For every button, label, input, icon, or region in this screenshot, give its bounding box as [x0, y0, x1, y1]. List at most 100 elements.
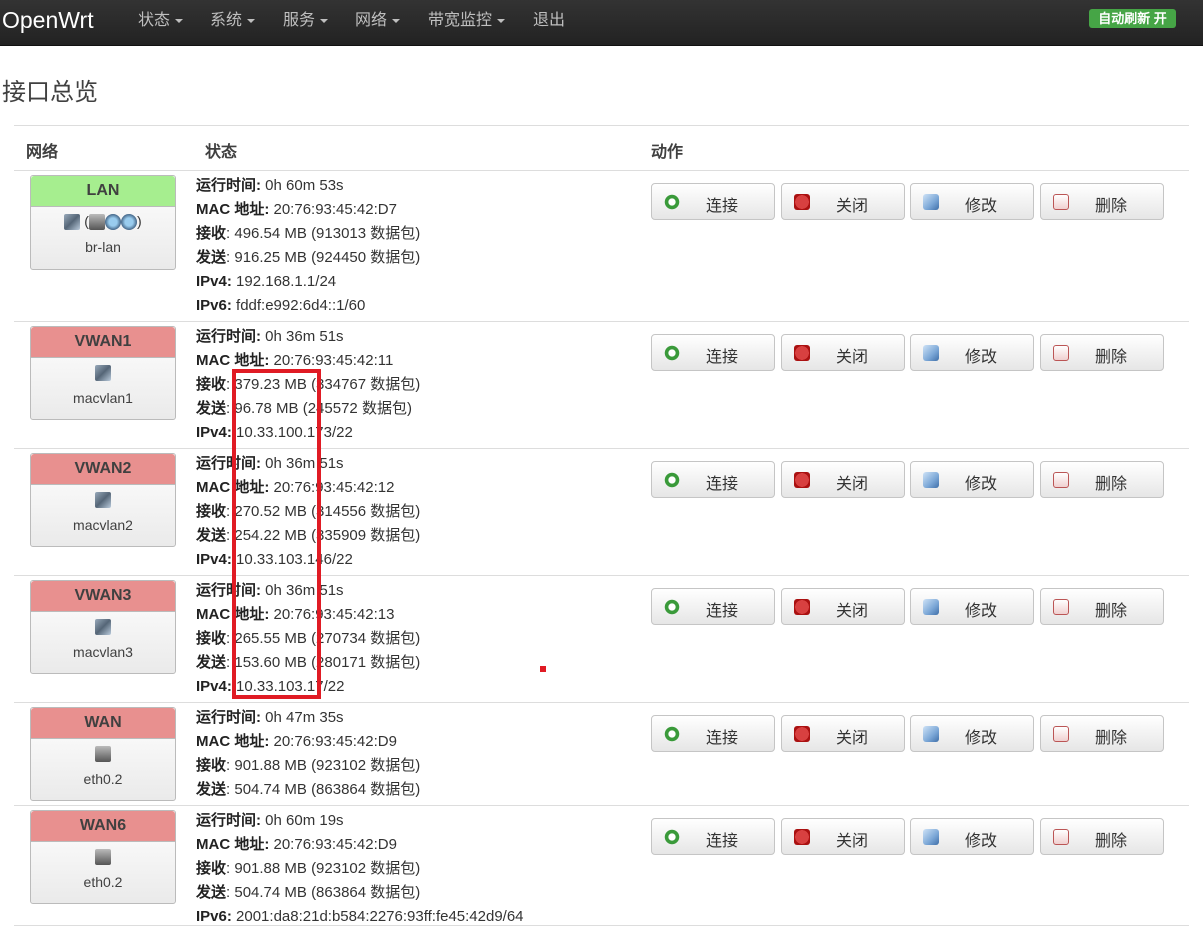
status-mac-label: MAC 地址:	[196, 836, 270, 853]
ethernet-port-icon	[95, 746, 111, 763]
menu-system-label: 系统	[210, 12, 243, 29]
status-uptime-value: 0h 60m 53s	[265, 177, 344, 194]
chevron-down-icon	[392, 18, 401, 23]
connect-button[interactable]: 连接	[651, 461, 775, 498]
interface-name: LAN	[31, 176, 175, 207]
close-button[interactable]: 关闭	[781, 183, 905, 220]
close-button[interactable]: 关闭	[781, 461, 905, 498]
auto-refresh-badge[interactable]: 自动刷新 开	[1089, 9, 1176, 28]
delete-icon	[1053, 829, 1069, 845]
close-label: 关闭	[836, 730, 869, 747]
status-rx: 接收: 901.88 MB (923102 数据包)	[196, 754, 420, 778]
status-uptime-label: 运行时间:	[196, 177, 261, 194]
status-tx-label: 发送	[196, 249, 227, 266]
close-button[interactable]: 关闭	[781, 818, 905, 855]
close-icon	[794, 345, 810, 361]
status-rx-label: 接收	[196, 860, 227, 877]
interface-card: WAN eth0.2	[30, 707, 176, 801]
close-label: 关闭	[836, 349, 869, 366]
edit-button[interactable]: 修改	[910, 183, 1034, 220]
status-tx-label: 发送	[196, 654, 227, 671]
edit-button[interactable]: 修改	[910, 715, 1034, 752]
brand-logo[interactable]: OpenWrt	[2, 6, 94, 34]
status-tx: 发送: 504.74 MB (863864 数据包)	[196, 881, 524, 905]
status-mac-value: 20:76:93:45:42:D9	[273, 733, 397, 750]
edit-button[interactable]: 修改	[910, 334, 1034, 371]
delete-button[interactable]: 删除	[1040, 461, 1164, 498]
menu-system[interactable]: 系统	[210, 10, 256, 32]
status-ipv6-value: 2001:da8:21d:b584:2276:93ff:fe45:42d9/64	[236, 908, 524, 925]
status-tx-value: : 504.74 MB (863864 数据包)	[226, 884, 421, 901]
close-label: 关闭	[836, 476, 869, 493]
status-ipv4-label: IPv4:	[196, 551, 232, 568]
status-rx-value: : 901.88 MB (923102 数据包)	[226, 757, 421, 774]
menu-status[interactable]: 状态	[138, 10, 184, 32]
connect-button[interactable]: 连接	[651, 818, 775, 855]
interface-device: eth0.2	[83, 771, 123, 787]
menu-bandwidth[interactable]: 带宽监控	[428, 10, 506, 32]
highlight-box	[232, 369, 321, 699]
status-ipv4-label: IPv4:	[196, 678, 232, 695]
status-rx-label: 接收	[196, 630, 227, 647]
status-tx-value: : 916.25 MB (924450 数据包)	[226, 249, 421, 266]
delete-button[interactable]: 删除	[1040, 334, 1164, 371]
connect-label: 连接	[706, 730, 739, 747]
status-ipv4-value: 192.168.1.1/24	[236, 273, 337, 290]
edit-button[interactable]: 修改	[910, 818, 1034, 855]
interface-device: br-lan	[85, 239, 121, 255]
interface-status: 运行时间: 0h 47m 35s MAC 地址: 20:76:93:45:42:D…	[196, 706, 420, 802]
close-button[interactable]: 关闭	[781, 334, 905, 371]
edit-button[interactable]: 修改	[910, 461, 1034, 498]
edit-label: 修改	[965, 603, 998, 620]
interface-name: VWAN3	[31, 581, 175, 612]
interface-status: 运行时间: 0h 60m 53s MAC 地址: 20:76:93:45:42:D…	[196, 174, 420, 318]
wifi-icon	[120, 214, 137, 231]
status-tx: 发送: 504.74 MB (863864 数据包)	[196, 778, 420, 802]
edit-icon	[923, 472, 939, 488]
interface-card: LAN () br-lan	[30, 175, 176, 270]
edit-button[interactable]: 修改	[910, 588, 1034, 625]
edit-label: 修改	[965, 476, 998, 493]
connect-label: 连接	[706, 349, 739, 366]
status-rx-label: 接收	[196, 225, 227, 242]
close-icon	[794, 726, 810, 742]
network-device-icon	[95, 492, 111, 509]
delete-label: 删除	[1095, 730, 1128, 747]
delete-button[interactable]: 删除	[1040, 588, 1164, 625]
status-uptime-label: 运行时间:	[196, 709, 261, 726]
connect-button[interactable]: 连接	[651, 334, 775, 371]
menu-services[interactable]: 服务	[283, 10, 329, 32]
close-button[interactable]: 关闭	[781, 588, 905, 625]
delete-label: 删除	[1095, 198, 1128, 215]
connect-button[interactable]: 连接	[651, 715, 775, 752]
menu-status-label: 状态	[138, 12, 171, 29]
delete-button[interactable]: 删除	[1040, 183, 1164, 220]
delete-icon	[1053, 472, 1069, 488]
close-button[interactable]: 关闭	[781, 715, 905, 752]
status-ipv4-label: IPv4:	[196, 273, 232, 290]
close-icon	[794, 829, 810, 845]
status-uptime-label: 运行时间:	[196, 328, 261, 345]
table-row: WAN6 eth0.2 运行时间: 0h 60m 19s MAC 地址: 20:76:…	[14, 806, 1189, 926]
ethernet-port-icon	[88, 214, 105, 231]
status-rx: 接收: 901.88 MB (923102 数据包)	[196, 857, 524, 881]
edit-label: 修改	[965, 730, 998, 747]
connect-button[interactable]: 连接	[651, 588, 775, 625]
menu-logout[interactable]: 退出	[533, 10, 565, 32]
status-mac-value: 20:76:93:45:42:11	[273, 352, 394, 369]
chevron-down-icon	[320, 18, 329, 23]
interface-device: macvlan2	[73, 517, 133, 533]
header-actions: 动作	[651, 144, 684, 161]
connect-button[interactable]: 连接	[651, 183, 775, 220]
delete-button[interactable]: 删除	[1040, 715, 1164, 752]
menu-network[interactable]: 网络	[355, 10, 401, 32]
status-tx-label: 发送	[196, 781, 227, 798]
connect-label: 连接	[706, 198, 739, 215]
chevron-down-icon	[247, 18, 256, 23]
delete-icon	[1053, 599, 1069, 615]
network-device-icon	[95, 619, 111, 636]
connect-icon	[664, 829, 680, 845]
status-mac: MAC 地址: 20:76:93:45:42:D9	[196, 730, 420, 754]
delete-button[interactable]: 删除	[1040, 818, 1164, 855]
connect-label: 连接	[706, 833, 739, 850]
